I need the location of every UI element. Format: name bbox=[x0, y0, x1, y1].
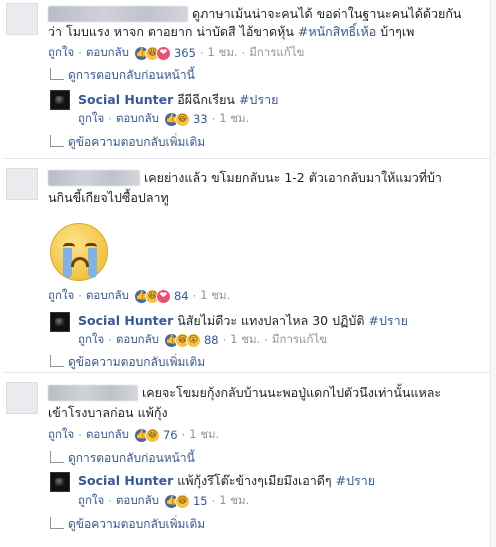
commenter-avatar[interactable] bbox=[6, 3, 38, 35]
comment-time[interactable]: 1 ชม. bbox=[189, 426, 219, 444]
reply-time[interactable]: 1 ชม. bbox=[230, 331, 260, 349]
commenter-avatar[interactable] bbox=[6, 168, 38, 200]
reply-author-name[interactable]: Social Hunter bbox=[78, 473, 173, 488]
edited-label[interactable]: มีการแก้ไข bbox=[249, 44, 304, 62]
comment-time[interactable]: 1 ชม. bbox=[200, 287, 230, 305]
commenter-name-redacted[interactable] bbox=[48, 385, 138, 401]
reply-button[interactable]: ตอบกลับ bbox=[116, 492, 159, 510]
reaction-count[interactable]: 88 bbox=[204, 333, 219, 347]
view-previous-replies[interactable]: ดูการตอบกลับก่อนหน้านี้ bbox=[50, 449, 195, 468]
reactions-summary[interactable]: 👍 😆 bbox=[163, 493, 190, 509]
comment-text-line-1: ดูภาษาเม้นน่าจะคนได้ ขอด่าในฐานะคนได้ด้ว… bbox=[192, 6, 462, 21]
reply-arrow-icon bbox=[50, 67, 64, 80]
reply-arrow-icon bbox=[50, 134, 64, 147]
love-reaction-icon: ❤ bbox=[155, 288, 171, 304]
reply-arrow-icon bbox=[50, 516, 64, 529]
comment-text-line-2: ว่า โมบแรง หาจก ตาอยาก น่าบัดสี ไอ้ขาดหุ… bbox=[48, 24, 415, 39]
commenter-name-redacted[interactable] bbox=[48, 6, 188, 22]
comment-text-line-1: เคยย่างแล้ว ขโมยกลับนะ 1-2 ตัวเอากลับมาใ… bbox=[144, 170, 442, 185]
comment-divider bbox=[4, 372, 490, 373]
reply-button[interactable]: ตอบกลับ bbox=[116, 331, 159, 349]
like-button[interactable]: ถูกใจ bbox=[48, 287, 74, 305]
reply-actions: ถูกใจ · ตอบกลับ 👍 😆 15 · 1 ชม. bbox=[78, 492, 250, 510]
comment-3: เคยจะโขมยกุ้งกลับบ้านนะพอปู่แดกไปตัวนึงเ… bbox=[0, 374, 496, 547]
view-more-replies[interactable]: ดูข้อความตอบกลับเพิ่มเติม bbox=[50, 353, 205, 372]
comment-time[interactable]: 1 ชม. bbox=[208, 44, 238, 62]
reactions-summary[interactable]: 👍 😆 bbox=[163, 111, 190, 127]
reply-author-name[interactable]: Social Hunter bbox=[78, 313, 173, 328]
comment-text-line-1: เคยจะโขมยกุ้งกลับบ้านนะพอปู่แดกไปตัวนึงเ… bbox=[142, 385, 442, 400]
reply-button[interactable]: ตอบกลับ bbox=[86, 287, 129, 305]
like-button[interactable]: ถูกใจ bbox=[48, 44, 74, 62]
reply-actions: ถูกใจ · ตอบกลับ 👍 😆 33 · 1 ชม. bbox=[78, 110, 250, 128]
reply-button[interactable]: ตอบกลับ bbox=[86, 44, 129, 62]
edited-label[interactable]: มีการแก้ไข bbox=[272, 331, 327, 349]
reply-time[interactable]: 1 ชม. bbox=[219, 110, 249, 128]
reply-author-avatar[interactable] bbox=[50, 312, 70, 332]
haha-reaction-icon: 😆 bbox=[144, 427, 160, 443]
hashtag-link[interactable]: #หนักสิทธิ์เห้อ bbox=[298, 24, 376, 39]
view-more-replies[interactable]: ดูข้อความตอบกลับเพิ่มเติม bbox=[50, 133, 205, 152]
reaction-count[interactable]: 15 bbox=[193, 494, 208, 508]
reactions-summary[interactable]: 👍 😆 ❤ bbox=[133, 45, 171, 61]
reply-button[interactable]: ตอบกลับ bbox=[116, 110, 159, 128]
reply-time[interactable]: 1 ชม. bbox=[219, 492, 249, 510]
love-reaction-icon: ❤ bbox=[155, 45, 171, 61]
haha-reaction-icon: 😆 bbox=[174, 493, 190, 509]
reaction-count[interactable]: 33 bbox=[193, 112, 208, 126]
comment-2: เคยย่างแล้ว ขโมยกลับนะ 1-2 ตัวเอากลับมาใ… bbox=[0, 160, 496, 370]
comment-actions: ถูกใจ · ตอบกลับ 👍 😆 ❤ 84 · 1 ชม. bbox=[48, 287, 231, 305]
like-button[interactable]: ถูกใจ bbox=[78, 492, 104, 510]
hashtag-link[interactable]: #ปราย bbox=[336, 473, 375, 488]
comment-actions: ถูกใจ · ตอบกลับ 👍 😆 ❤ 365 · 1 ชม. · มีการแ… bbox=[48, 44, 305, 62]
comment-text-line-2: เข้าโรงบาลก่อน แพ้กุ้ง bbox=[48, 405, 168, 420]
reaction-count[interactable]: 365 bbox=[174, 46, 196, 60]
reaction-count[interactable]: 84 bbox=[174, 289, 189, 303]
view-previous-replies[interactable]: ดูการตอบกลับก่อนหน้านี้ bbox=[50, 66, 195, 85]
reaction-count[interactable]: 76 bbox=[163, 428, 178, 442]
like-button[interactable]: ถูกใจ bbox=[78, 110, 104, 128]
reply-arrow-icon bbox=[50, 450, 64, 463]
like-button[interactable]: ถูกใจ bbox=[78, 331, 104, 349]
scroll-edge[interactable] bbox=[490, 0, 496, 547]
reply-author-avatar[interactable] bbox=[50, 90, 70, 110]
hashtag-link[interactable]: #ปราย bbox=[239, 92, 278, 107]
crying-emoji-sticker bbox=[50, 223, 108, 281]
reply-author-avatar[interactable] bbox=[50, 472, 70, 492]
like-button[interactable]: ถูกใจ bbox=[48, 426, 74, 444]
reactions-summary[interactable]: 👍 😆 😮 bbox=[163, 332, 201, 348]
comment-1: ดูภาษาเม้นน่าจะคนได้ ขอด่าในฐานะคนได้ด้ว… bbox=[0, 0, 496, 149]
reply-arrow-icon bbox=[50, 354, 64, 367]
wow-reaction-icon: 😮 bbox=[185, 332, 201, 348]
reactions-summary[interactable]: 👍 😆 bbox=[133, 427, 160, 443]
haha-reaction-icon: 😆 bbox=[174, 111, 190, 127]
hashtag-link[interactable]: #ปราย bbox=[368, 313, 407, 328]
comment-divider bbox=[4, 158, 490, 159]
reply-text: Social Hunter นิสัยไม่ดีวะ แทงปลาไหล 30 … bbox=[78, 313, 408, 328]
reply-text: Social Hunter แพ้กุ้งรึโต๊ะข้างๆเมียมึงเ… bbox=[78, 473, 376, 488]
reply-text: Social Hunter อีผีฉีกเรียน #ปราย bbox=[78, 92, 279, 107]
comment-text-line-2: นกินขี้เกียจไปซื้อปลาทู bbox=[48, 190, 169, 205]
reactions-summary[interactable]: 👍 😆 ❤ bbox=[133, 288, 171, 304]
comment-actions: ถูกใจ · ตอบกลับ 👍 😆 76 · 1 ชม. bbox=[48, 426, 220, 444]
commenter-avatar[interactable] bbox=[6, 382, 38, 414]
reply-author-name[interactable]: Social Hunter bbox=[78, 92, 173, 107]
view-more-replies[interactable]: ดูข้อความตอบกลับเพิ่มเติม bbox=[50, 515, 205, 534]
reply-actions: ถูกใจ · ตอบกลับ 👍 😆 😮 88 · 1 ชม. · มีการแก… bbox=[78, 331, 328, 349]
reply-button[interactable]: ตอบกลับ bbox=[86, 426, 129, 444]
commenter-name-redacted[interactable] bbox=[48, 170, 140, 186]
